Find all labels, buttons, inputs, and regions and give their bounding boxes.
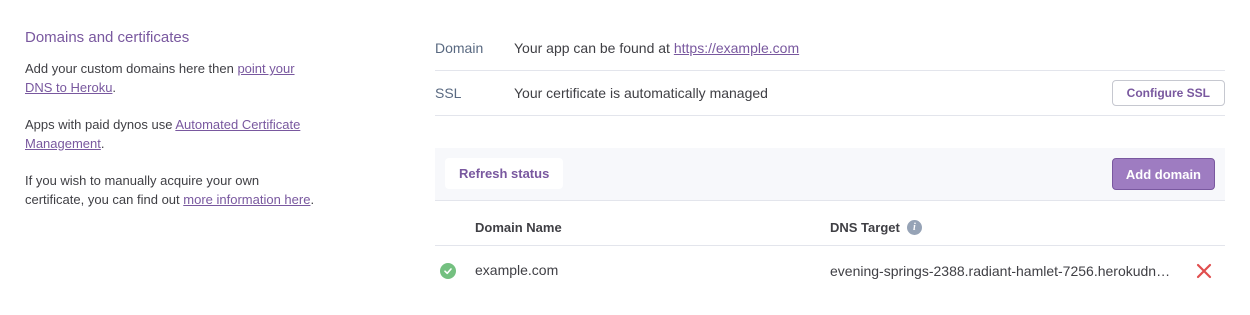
- section-title: Domains and certificates: [25, 29, 190, 46]
- dns-target-cell[interactable]: evening-springs-2388.radiant-hamlet-7256…: [830, 263, 1172, 279]
- help-text-end: .: [100, 136, 105, 151]
- configure-ssl-button[interactable]: Configure SSL: [1111, 80, 1225, 106]
- check-icon: [440, 263, 456, 279]
- close-icon: [1196, 263, 1212, 279]
- domains-table-header: Domain Name DNS Target i: [435, 210, 1225, 246]
- ssl-label: SSL: [435, 85, 462, 101]
- domain-description: Your app can be found at: [514, 40, 674, 56]
- page: Domains and certificates Add your custom…: [0, 0, 1250, 315]
- domain-name-header: Domain Name: [475, 220, 562, 235]
- info-icon[interactable]: i: [906, 220, 922, 235]
- ssl-status-text: Your certificate is automatically manage…: [514, 85, 768, 101]
- check-mark-icon: [444, 268, 452, 275]
- help-text-end: .: [112, 80, 117, 95]
- acm-help: Apps with paid dynos use Automated Certi…: [25, 115, 315, 153]
- refresh-status-button[interactable]: Refresh status: [445, 158, 564, 189]
- dns-target-header-label: DNS Target: [830, 220, 900, 235]
- domain-text: Your app can be found at https://example…: [514, 40, 799, 56]
- help-text-end: .: [310, 192, 315, 207]
- domain-name-cell: example.com: [475, 262, 559, 278]
- domain-label: Domain: [435, 40, 484, 56]
- more-info-link[interactable]: more information here: [183, 192, 310, 207]
- custom-domains-help: Add your custom domains here then point …: [25, 59, 315, 97]
- help-text: Add your custom domains here then: [25, 61, 238, 76]
- sidebar-description: Domains and certificates Add your custom…: [25, 28, 315, 227]
- dns-target-header: DNS Target i: [830, 220, 922, 235]
- domains-toolbar: Refresh status Add domain: [435, 148, 1225, 201]
- domain-settings: Domain Your app can be found at https://…: [435, 26, 1225, 116]
- app-url-link[interactable]: https://example.com: [674, 40, 799, 56]
- help-text: Apps with paid dynos use: [25, 117, 176, 132]
- domain-row: Domain Your app can be found at https://…: [435, 26, 1225, 71]
- add-domain-button[interactable]: Add domain: [1111, 158, 1215, 190]
- table-row: example.com evening-springs-2388.radiant…: [435, 246, 1225, 294]
- delete-domain-icon[interactable]: [1195, 262, 1213, 280]
- manual-cert-help: If you wish to manually acquire your own…: [25, 171, 315, 209]
- ssl-row: SSL Your certificate is automatically ma…: [435, 71, 1225, 116]
